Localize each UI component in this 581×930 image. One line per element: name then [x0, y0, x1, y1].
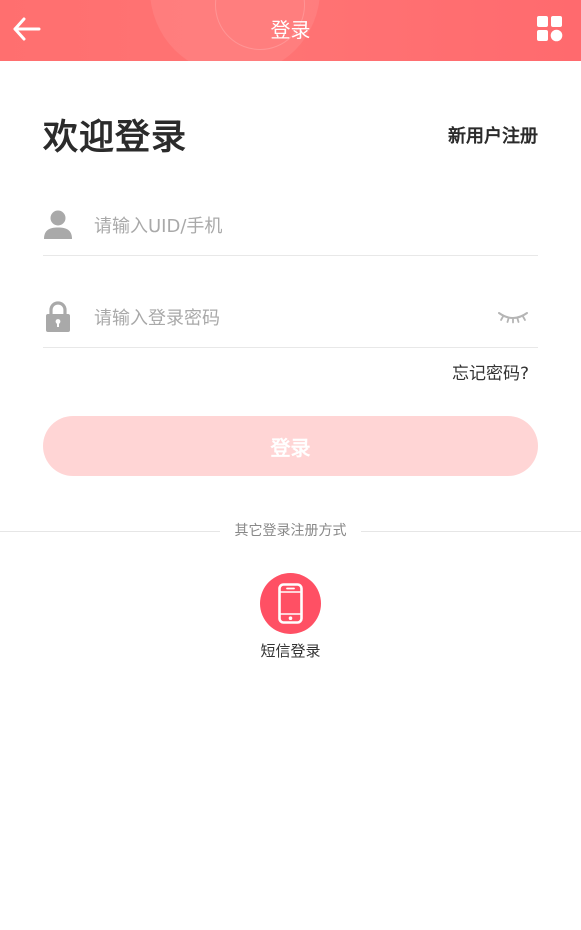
welcome-heading: 欢迎登录 [43, 118, 188, 158]
sms-login-button[interactable] [260, 573, 321, 634]
uid-input[interactable] [94, 210, 484, 242]
phone-icon [278, 583, 303, 624]
divider-line [0, 531, 220, 532]
uid-field [43, 196, 538, 256]
page-title: 登录 [270, 18, 311, 42]
password-field [43, 288, 538, 348]
top-bar: 登录 [0, 0, 581, 61]
user-icon [43, 209, 73, 241]
new-user-register-link[interactable]: 新用户注册 [448, 124, 538, 150]
lock-icon [43, 301, 73, 333]
login-button[interactable]: 登录 [43, 416, 538, 476]
eye-closed-icon[interactable] [496, 309, 530, 327]
divider-line [361, 531, 581, 532]
sms-login-label[interactable]: 短信登录 [230, 641, 351, 661]
password-input[interactable] [94, 302, 484, 334]
apps-grid-icon[interactable] [537, 16, 563, 42]
forgot-password-link[interactable]: 忘记密码? [452, 362, 529, 386]
other-methods-label: 其它登录注册方式 [234, 523, 347, 539]
